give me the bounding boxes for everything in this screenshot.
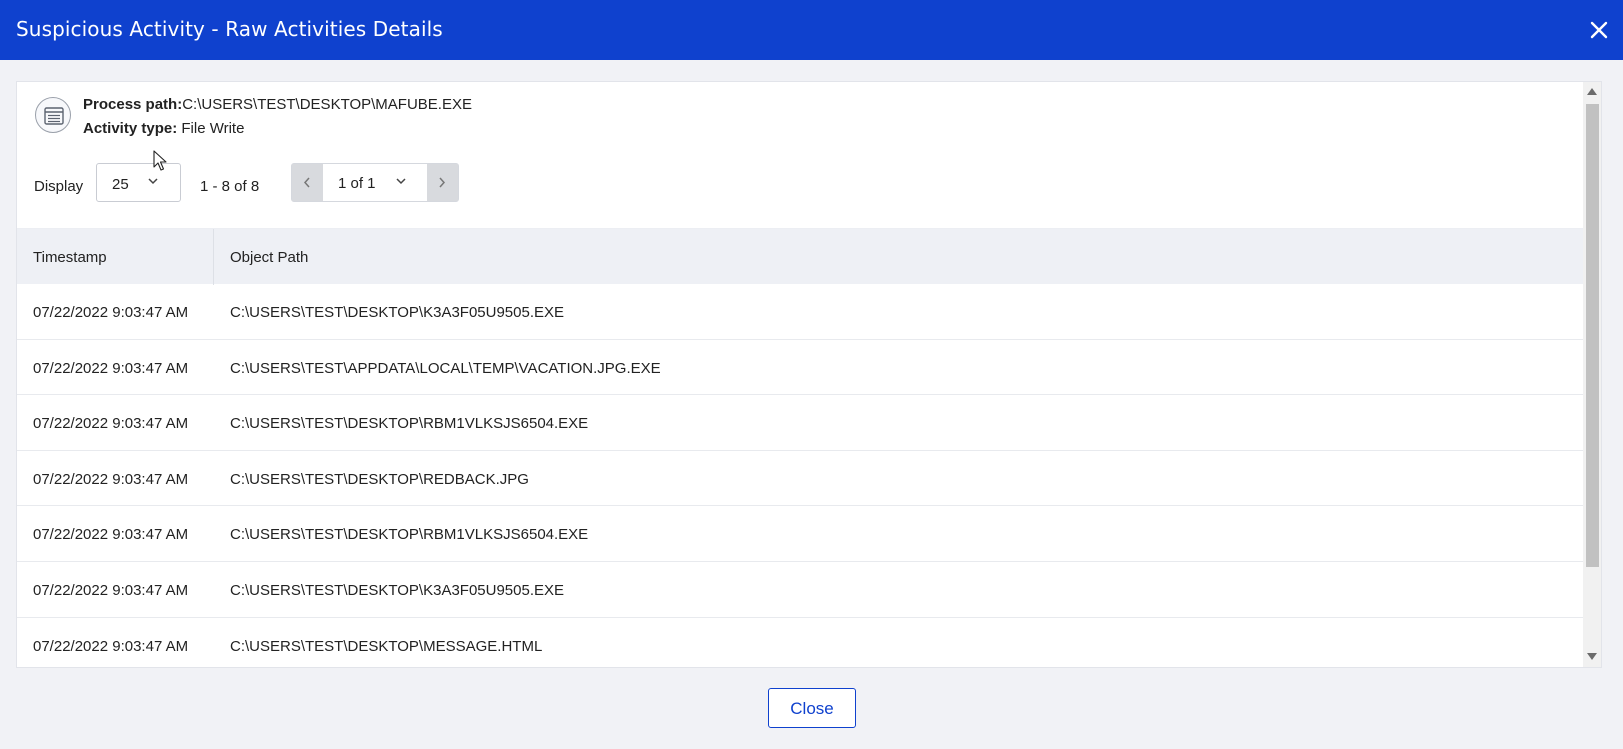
mouse-pointer-icon xyxy=(153,150,167,171)
timestamp-cell: 07/22/2022 9:03:47 AM xyxy=(33,581,189,599)
timestamp-cell: 07/22/2022 9:03:47 AM xyxy=(33,359,189,377)
object-path-cell: C:\USERS\TEST\APPDATA\LOCAL\TEMP\VACATIO… xyxy=(230,359,661,377)
scrollbar-thumb[interactable] xyxy=(1586,104,1599,567)
table-header: Timestamp Object Path xyxy=(17,228,1585,285)
timestamp-cell: 07/22/2022 9:03:47 AM xyxy=(33,526,189,544)
timestamp-cell: 07/22/2022 9:03:47 AM xyxy=(33,637,189,655)
table-row[interactable]: 07/22/2022 9:03:47 AM C:\USERS\TEST\DESK… xyxy=(17,562,1585,618)
scroll-down-arrow-icon[interactable] xyxy=(1587,653,1597,660)
close-icon[interactable] xyxy=(1585,16,1613,44)
vertical-scrollbar[interactable] xyxy=(1583,82,1601,667)
object-path-cell: C:\USERS\TEST\DESKTOP\MESSAGE.HTML xyxy=(230,637,543,655)
process-path-label: Process path: xyxy=(83,96,183,113)
object-path-cell: C:\USERS\TEST\DESKTOP\RBM1VLKSJS6504.EXE xyxy=(230,415,589,433)
page-size-select[interactable]: 25 xyxy=(96,163,181,202)
chevron-right-icon xyxy=(439,177,446,188)
details-panel: Process path:C:\USERS\TEST\DESKTOP\MAFUB… xyxy=(16,81,1602,668)
display-label: Display xyxy=(34,178,84,195)
table-row[interactable]: 07/22/2022 9:03:47 AM C:\USERS\TEST\DESK… xyxy=(17,395,1585,451)
table-row[interactable]: 07/22/2022 9:03:47 AM C:\USERS\TEST\DESK… xyxy=(17,284,1585,340)
list-document-icon xyxy=(35,97,71,133)
next-page-button[interactable] xyxy=(427,164,458,201)
prev-page-button[interactable] xyxy=(292,164,323,201)
timestamp-cell: 07/22/2022 9:03:47 AM xyxy=(33,415,189,433)
column-header-timestamp[interactable]: Timestamp xyxy=(17,229,214,285)
column-header-object-path[interactable]: Object Path xyxy=(214,229,308,285)
object-path-cell: C:\USERS\TEST\DESKTOP\REDBACK.JPG xyxy=(230,470,529,488)
pagination-toolbar: Display 25 1 - 8 of 8 1 of 1 xyxy=(17,150,1585,230)
dialog-title: Suspicious Activity - Raw Activities Det… xyxy=(16,17,443,41)
scroll-up-arrow-icon[interactable] xyxy=(1587,88,1597,95)
pager: 1 of 1 xyxy=(291,163,459,202)
page-indicator: 1 of 1 xyxy=(338,175,376,192)
process-path-value: C:\USERS\TEST\DESKTOP\MAFUBE.EXE xyxy=(182,96,472,113)
range-text: 1 - 8 of 8 xyxy=(200,178,260,195)
chevron-left-icon xyxy=(303,177,310,188)
activities-table: Timestamp Object Path 07/22/2022 9:03:47… xyxy=(17,228,1585,667)
timestamp-cell: 07/22/2022 9:03:47 AM xyxy=(33,470,189,488)
process-path-line: Process path:C:\USERS\TEST\DESKTOP\MAFUB… xyxy=(83,96,472,113)
page-select[interactable]: 1 of 1 xyxy=(323,164,427,201)
table-row[interactable]: 07/22/2022 9:03:47 AM C:\USERS\TEST\DESK… xyxy=(17,451,1585,507)
close-button[interactable]: Close xyxy=(768,688,856,728)
activity-type-value: File Write xyxy=(177,120,245,137)
table-row[interactable]: 07/22/2022 9:03:47 AM C:\USERS\TEST\APPD… xyxy=(17,340,1585,396)
activity-type-label: Activity type: xyxy=(83,120,178,137)
object-path-cell: C:\USERS\TEST\DESKTOP\K3A3F05U9505.EXE xyxy=(230,304,565,321)
object-path-cell: C:\USERS\TEST\DESKTOP\RBM1VLKSJS6504.EXE xyxy=(230,526,589,544)
activity-type-line: Activity type: File Write xyxy=(83,120,244,137)
chevron-down-icon xyxy=(148,178,158,185)
dialog-titlebar: Suspicious Activity - Raw Activities Det… xyxy=(0,0,1623,60)
table-row[interactable]: 07/22/2022 9:03:47 AM C:\USERS\TEST\DESK… xyxy=(17,506,1585,562)
page-size-value: 25 xyxy=(112,176,129,193)
object-path-cell: C:\USERS\TEST\DESKTOP\K3A3F05U9505.EXE xyxy=(230,581,565,599)
table-row[interactable]: 07/22/2022 9:03:47 AM C:\USERS\TEST\DESK… xyxy=(17,618,1585,667)
chevron-down-icon xyxy=(396,178,406,185)
timestamp-cell: 07/22/2022 9:03:47 AM xyxy=(33,304,189,321)
